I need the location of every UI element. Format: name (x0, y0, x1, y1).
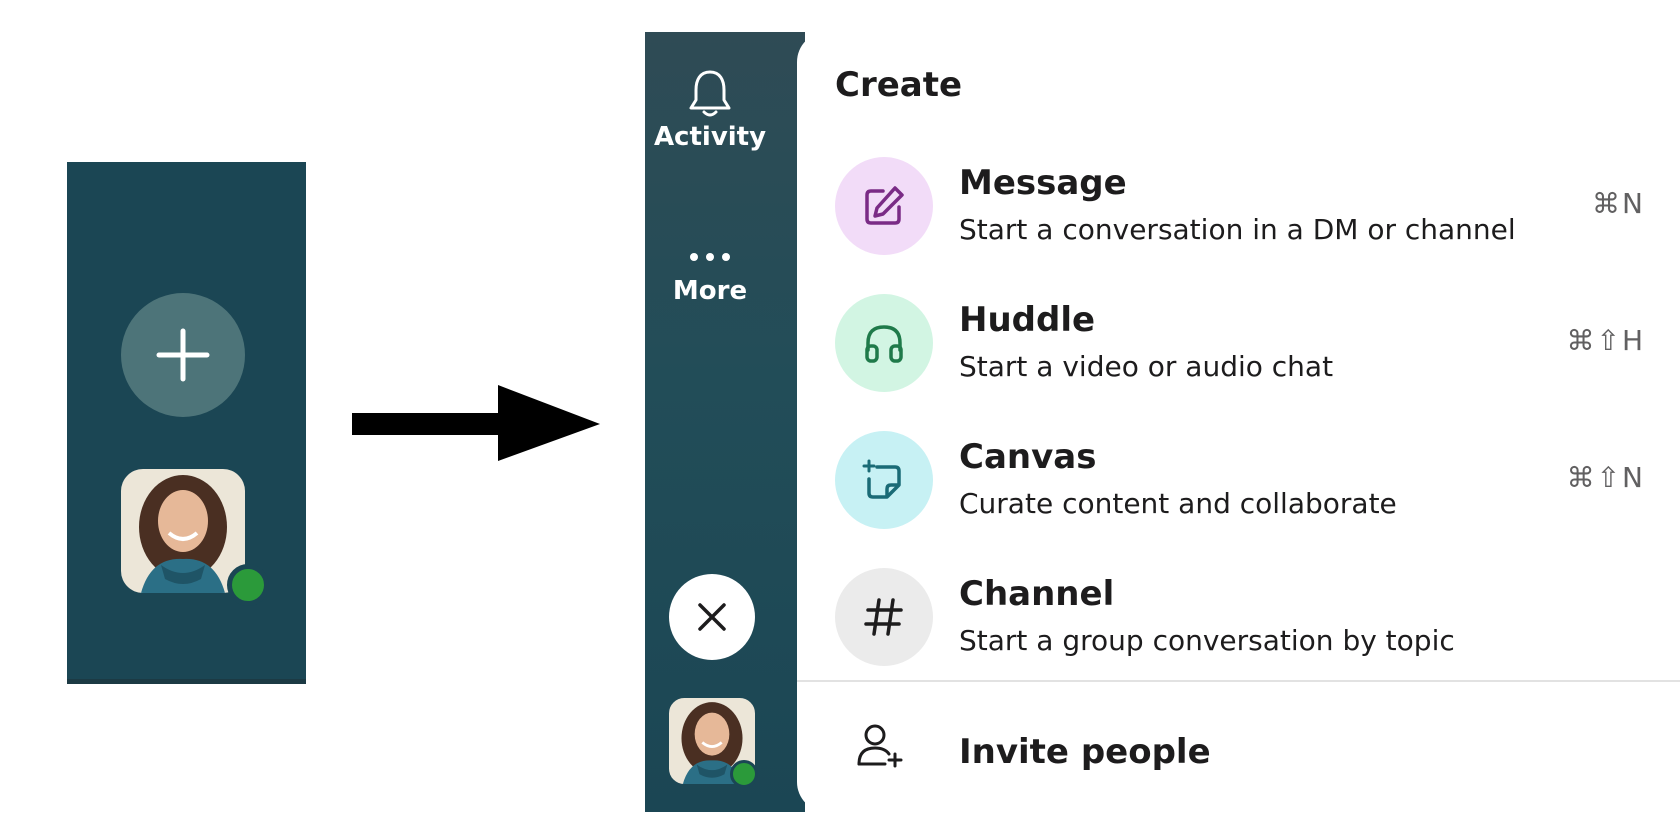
menu-item-description: Start a video or audio chat (959, 350, 1334, 383)
avatar[interactable] (121, 469, 245, 593)
presence-indicator (227, 564, 269, 606)
menu-item-title: Channel (959, 574, 1115, 614)
close-button[interactable] (669, 574, 755, 660)
menu-item-description: Curate content and collaborate (959, 487, 1397, 520)
nav-activity-label: Activity (653, 122, 767, 152)
close-icon (698, 603, 726, 631)
shortcut-label: ⌘N (1592, 187, 1645, 220)
compose-icon (865, 186, 904, 225)
invite-people-label: Invite people (959, 732, 1211, 772)
message-icon-circle (835, 157, 933, 255)
menu-item-canvas[interactable]: Canvas Curate content and collaborate ⌘⇧… (835, 431, 1645, 531)
menu-item-title: Message (959, 163, 1127, 203)
menu-item-description: Start a conversation in a DM or channel (959, 213, 1516, 246)
shortcut-label: ⌘⇧H (1566, 324, 1645, 357)
ellipsis-icon (690, 253, 730, 261)
presence-indicator (730, 760, 758, 788)
hash-icon (864, 598, 903, 636)
menu-divider (797, 680, 1680, 682)
bell-icon (689, 70, 731, 117)
shortcut-label: ⌘⇧N (1566, 461, 1645, 494)
plus-icon (156, 328, 210, 382)
menu-item-title: Canvas (959, 437, 1097, 477)
channel-icon-circle (835, 568, 933, 666)
workspace-sidebar: Activity More (645, 32, 805, 812)
nav-more[interactable]: More (645, 242, 775, 306)
menu-title: Create (835, 65, 963, 105)
menu-item-message[interactable]: Message Start a conversation in a DM or … (835, 157, 1645, 257)
huddle-icon-circle (835, 294, 933, 392)
menu-item-huddle[interactable]: Huddle Start a video or audio chat ⌘⇧H (835, 294, 1645, 394)
collapsed-sidebar (67, 162, 306, 684)
create-button[interactable] (121, 293, 245, 417)
canvas-icon (862, 459, 901, 499)
nav-more-label: More (672, 276, 748, 306)
invite-people-button[interactable]: Invite people (835, 722, 1645, 792)
headphones-icon (865, 325, 903, 363)
create-menu: Create Message Start a conversation in a… (797, 32, 1680, 812)
menu-item-description: Start a group conversation by topic (959, 624, 1455, 657)
menu-item-title: Huddle (959, 300, 1096, 340)
nav-activity[interactable]: Activity (645, 68, 775, 152)
add-person-icon (857, 724, 903, 768)
canvas-icon-circle (835, 431, 933, 529)
arrow-icon (352, 385, 600, 461)
menu-item-channel[interactable]: Channel Start a group conversation by to… (835, 568, 1645, 668)
